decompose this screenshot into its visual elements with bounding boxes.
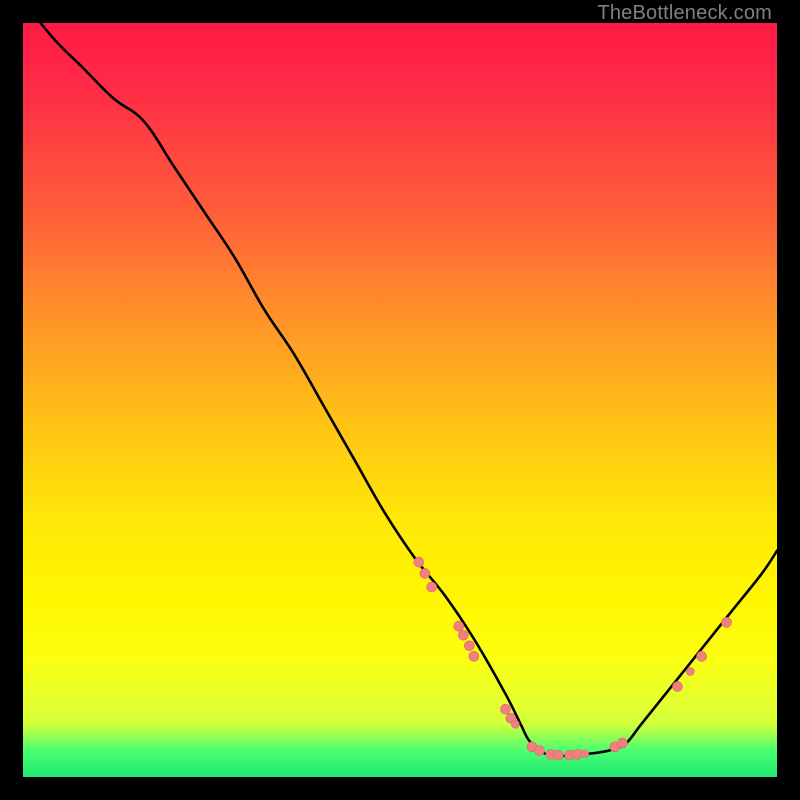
marker-point	[464, 641, 474, 651]
marker-point	[672, 682, 682, 692]
marker-point	[427, 582, 437, 592]
chart-frame: TheBottleneck.com	[0, 0, 800, 800]
bottleneck-curve	[23, 0, 777, 756]
marker-point	[686, 667, 694, 675]
marker-point	[553, 750, 563, 760]
marker-point	[721, 617, 731, 627]
marker-point	[414, 557, 424, 567]
chart-overlay	[23, 23, 777, 777]
markers	[414, 557, 732, 760]
marker-point	[534, 746, 544, 756]
marker-point	[420, 568, 430, 578]
marker-point	[617, 738, 627, 748]
marker-point	[697, 651, 707, 661]
marker-point	[454, 621, 464, 631]
marker-point	[501, 704, 511, 714]
marker-point	[581, 750, 589, 758]
marker-point	[469, 651, 479, 661]
marker-point	[458, 630, 468, 640]
watermark-text: TheBottleneck.com	[597, 2, 772, 25]
marker-point	[511, 720, 519, 728]
